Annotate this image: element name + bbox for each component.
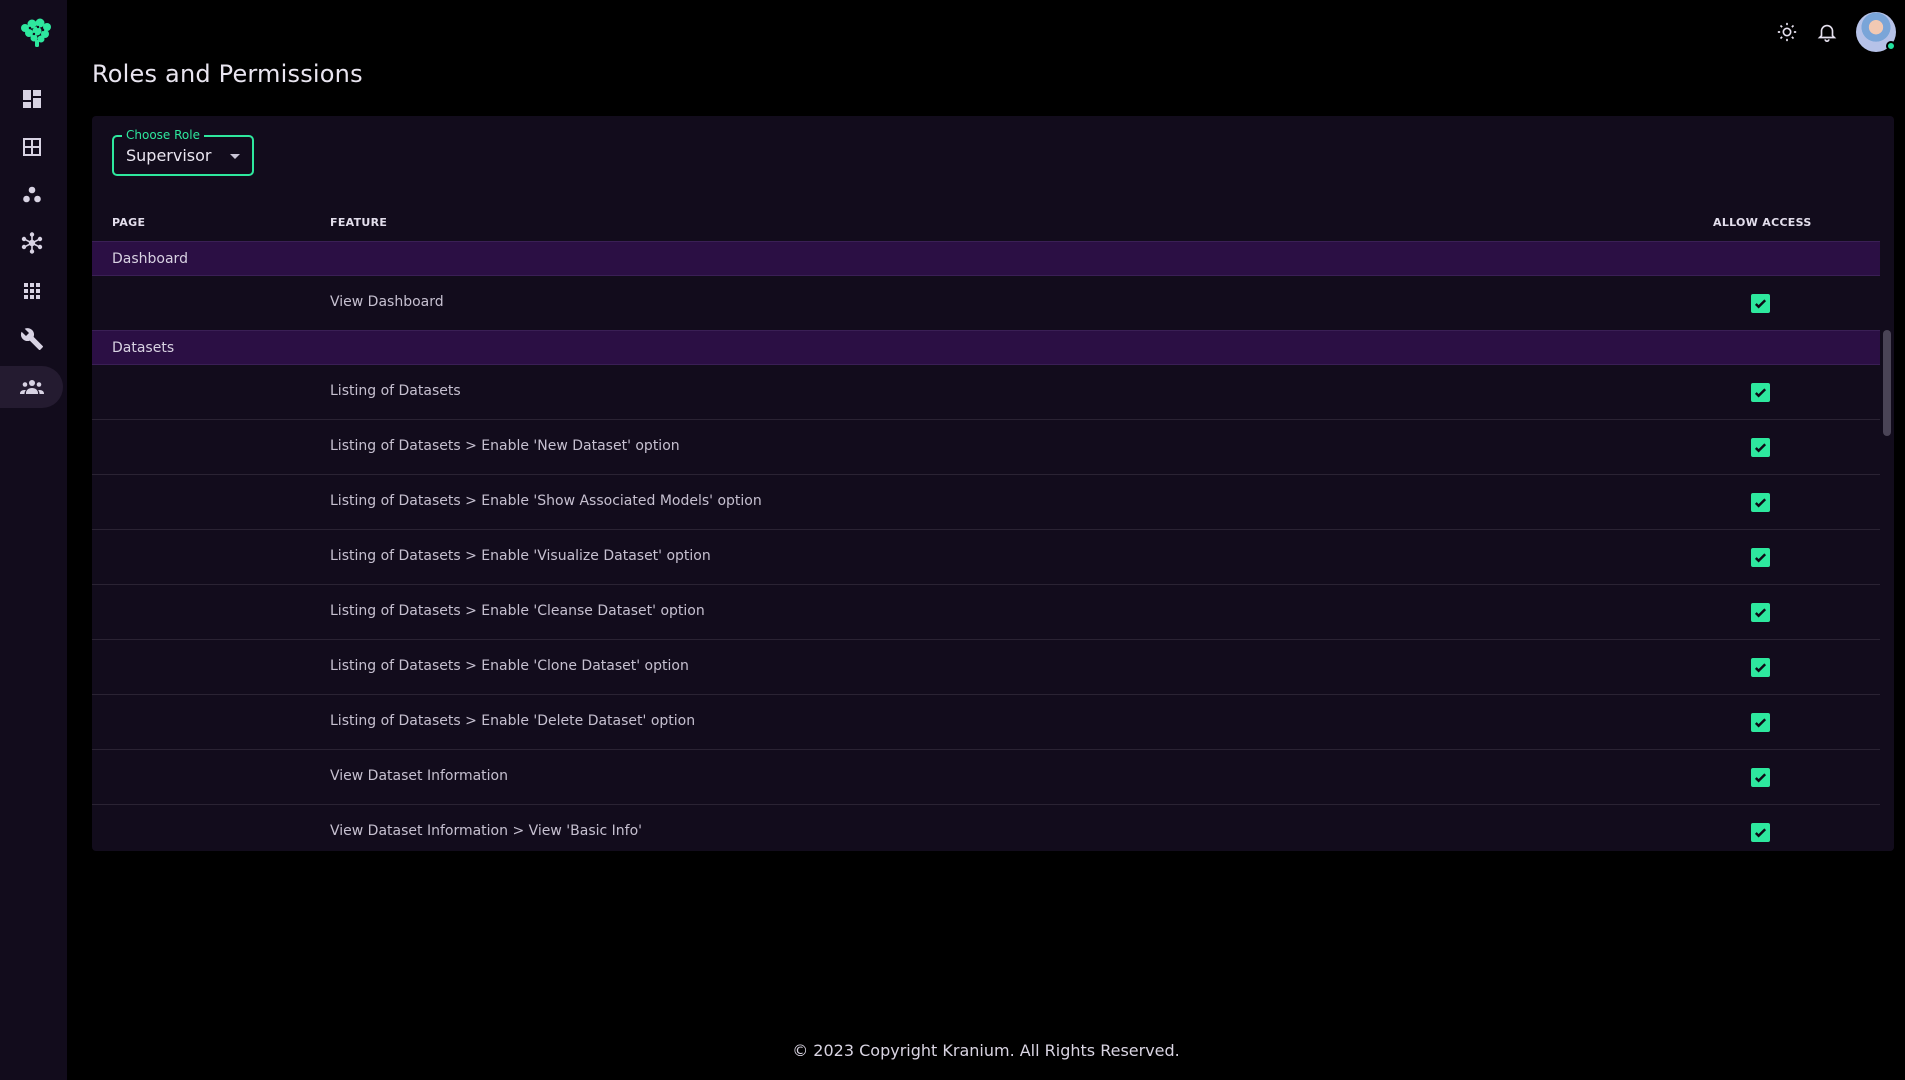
feature-label: Listing of Datasets > Enable 'Clone Data… [330,658,689,674]
allow-access-checkbox[interactable] [1751,768,1770,787]
allow-access-checkbox[interactable] [1751,603,1770,622]
group-row-dashboard: Dashboard [92,241,1880,276]
kranium-logo-icon[interactable] [17,16,55,48]
table-row: View Dashboard [92,276,1880,331]
online-status-indicator [1886,41,1896,51]
three-dots-icon [22,186,41,203]
hub-icon [21,232,42,254]
notifications-button[interactable] [1814,19,1840,45]
apps-grid-icon [23,283,40,299]
scrollbar-thumb[interactable] [1883,330,1891,436]
check-icon [1754,443,1767,453]
column-header-feature: FEATURE [330,216,388,229]
sidebar-item-users[interactable] [0,366,63,408]
table-row: View Dataset Information > View 'Basic I… [92,805,1880,851]
feature-label: View Dataset Information > View 'Basic I… [330,823,642,839]
table-row: View Dataset Information [92,750,1880,805]
permissions-table: Dashboard View Dashboard Datasets Listin… [92,241,1880,851]
feature-label: Listing of Datasets > Enable 'Delete Dat… [330,713,696,729]
check-icon [1754,608,1767,618]
group-icon [19,380,44,394]
grid-box-icon [22,138,41,156]
table-scrollbar[interactable] [1880,212,1894,851]
allow-access-checkbox[interactable] [1751,294,1770,313]
group-label: Dashboard [112,251,188,267]
table-row: Listing of Datasets [92,365,1880,420]
feature-label: Listing of Datasets > Enable 'New Datase… [330,438,680,454]
sun-icon [1777,22,1797,42]
footer-copyright: © 2023 Copyright Kranium. All Rights Res… [792,1041,1180,1060]
page-title: Roles and Permissions [92,60,363,88]
bell-icon [1817,24,1837,42]
sidebar-item-models[interactable] [0,174,63,216]
check-icon [1754,663,1767,673]
allow-access-checkbox[interactable] [1751,493,1770,512]
table-row: Listing of Datasets > Enable 'Delete Dat… [92,695,1880,750]
sidebar-item-network[interactable] [0,222,63,264]
role-select-value: Supervisor [126,146,212,165]
table-row: Listing of Datasets > Enable 'Visualize … [92,530,1880,585]
column-header-page: PAGE [112,216,146,229]
dashboard-icon [22,90,41,108]
column-header-allow-access: ALLOW ACCESS [1713,216,1812,229]
check-icon [1754,388,1767,398]
check-icon [1754,553,1767,563]
allow-access-checkbox[interactable] [1751,658,1770,677]
allow-access-checkbox[interactable] [1751,548,1770,567]
table-row: Listing of Datasets > Enable 'Clone Data… [92,640,1880,695]
role-select-label: Choose Role [122,128,204,142]
wrench-icon [20,328,43,350]
sidebar-item-apps[interactable] [0,270,63,312]
check-icon [1754,773,1767,783]
check-icon [1754,498,1767,508]
feature-label: Listing of Datasets > Enable 'Show Assoc… [330,493,762,509]
feature-label: View Dashboard [330,294,444,310]
feature-label: Listing of Datasets > Enable 'Cleanse Da… [330,603,705,619]
group-row-datasets: Datasets [92,330,1880,365]
allow-access-checkbox[interactable] [1751,438,1770,457]
chevron-down-icon [230,154,240,159]
table-row: Listing of Datasets > Enable 'New Datase… [92,420,1880,475]
role-select[interactable]: Choose Role Supervisor [112,128,254,176]
allow-access-checkbox[interactable] [1751,383,1770,402]
feature-label: View Dataset Information [330,768,508,784]
sidebar-item-tools[interactable] [0,318,63,360]
check-icon [1754,828,1767,838]
theme-toggle-button[interactable] [1774,19,1800,45]
table-row: Listing of Datasets > Enable 'Cleanse Da… [92,585,1880,640]
check-icon [1754,718,1767,728]
table-row: Listing of Datasets > Enable 'Show Assoc… [92,475,1880,530]
feature-label: Listing of Datasets [330,383,461,399]
allow-access-checkbox[interactable] [1751,823,1770,842]
permissions-card: Choose Role Supervisor PAGE FEATURE ALLO… [92,116,1894,851]
check-icon [1754,299,1767,309]
sidebar-item-datasets[interactable] [0,126,63,168]
allow-access-checkbox[interactable] [1751,713,1770,732]
group-label: Datasets [112,340,175,356]
sidebar [0,0,67,1080]
sidebar-item-dashboard[interactable] [0,78,63,120]
feature-label: Listing of Datasets > Enable 'Visualize … [330,548,711,564]
